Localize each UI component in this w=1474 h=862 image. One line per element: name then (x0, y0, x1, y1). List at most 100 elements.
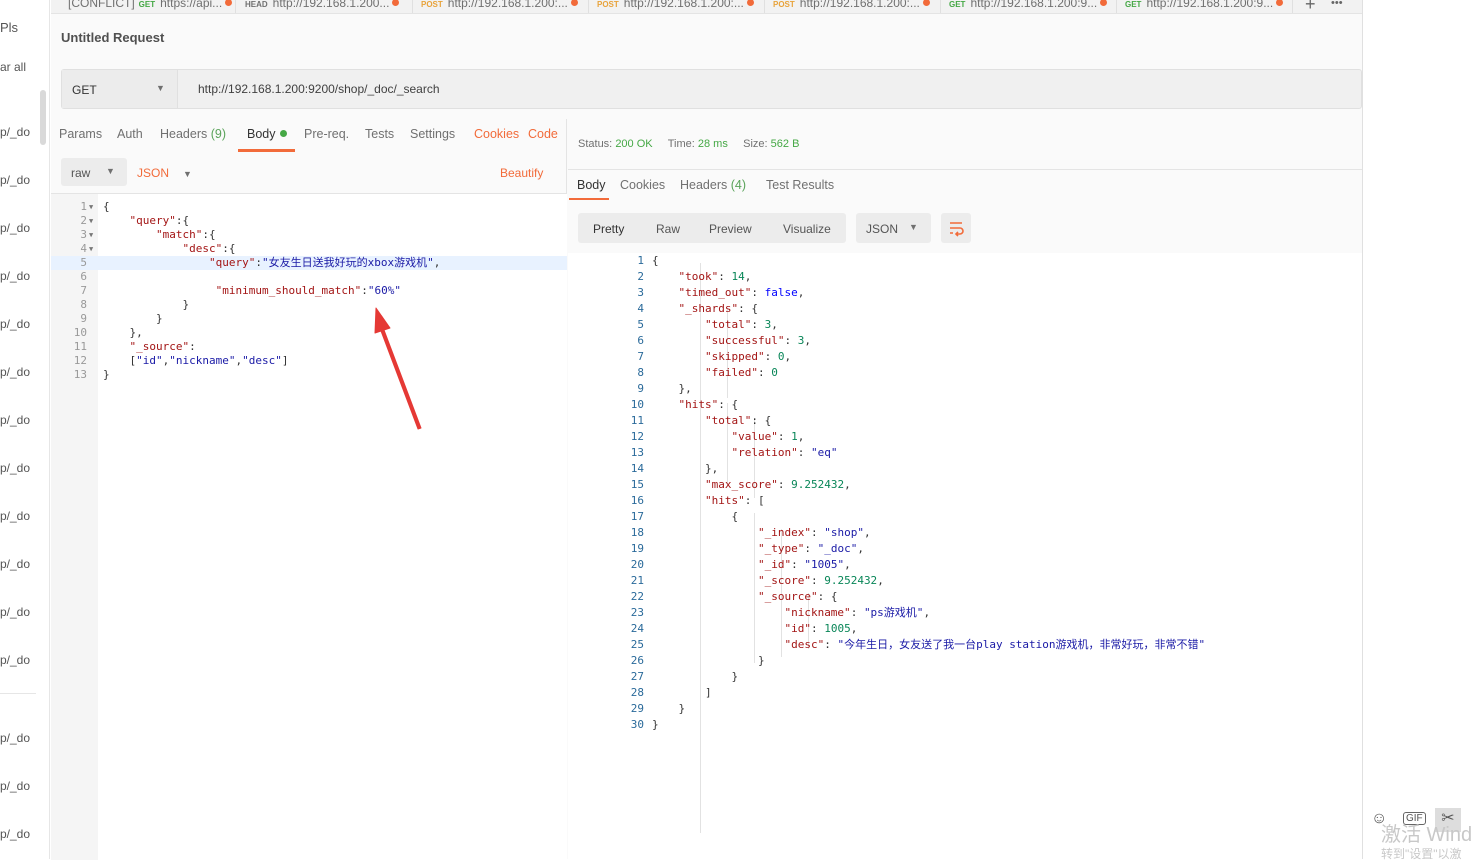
sidebar-request-item[interactable]: p/_do (0, 827, 30, 841)
new-tab-button[interactable]: + (1305, 0, 1316, 13)
sidebar-request-item[interactable]: p/_do (0, 731, 30, 745)
unsaved-dot-icon (922, 0, 930, 6)
response-code-line: 15 "max_score": 9.252432, (568, 477, 1362, 493)
sidebar-request-item[interactable]: p/_do (0, 779, 30, 793)
chevron-down-icon: ▼ (909, 222, 918, 232)
line-number: 25 (630, 638, 644, 651)
response-code-text: "max_score": 9.252432, (704, 478, 851, 491)
tab-prereq[interactable]: Pre-req. (304, 127, 349, 141)
response-tab-test-results[interactable]: Test Results (766, 178, 834, 192)
line-number: 19 (630, 542, 644, 555)
request-body-editor[interactable]: 1 ▼{2 ▼ "query":{3 ▼ "match":{4 ▼ "desc":{5 … (51, 193, 567, 860)
view-preview-button[interactable]: Preview (709, 222, 752, 236)
code-link[interactable]: Code (528, 127, 558, 141)
response-code-text: } (652, 670, 739, 683)
wrap-lines-button[interactable] (941, 213, 971, 243)
tab-settings[interactable]: Settings (410, 127, 455, 141)
line-number: 9 (637, 382, 644, 395)
sidebar-clear-all[interactable]: ar all (0, 60, 26, 74)
method-select[interactable]: GET ▼ (62, 70, 178, 108)
code-text: "query":{ (129, 214, 190, 227)
sidebar-request-item[interactable]: p/_do (0, 605, 30, 619)
line-number: 29 (630, 702, 644, 715)
response-code-text: "skipped": 0, (704, 350, 792, 363)
response-code-line: 6 "successful": 3, (568, 333, 1362, 349)
fold-toggle-icon[interactable]: ▼ (89, 242, 93, 256)
request-tab[interactable]: POST http://192.168.1.200:... (765, 0, 941, 13)
view-raw-button[interactable]: Raw (656, 222, 680, 236)
line-number: 16 (630, 494, 644, 507)
request-tab[interactable]: GET http://192.168.1.200:9... (941, 0, 1117, 13)
code-text: { (103, 200, 110, 213)
response-code-text: "_index": "shop", (757, 526, 871, 539)
response-tab-headers[interactable]: Headers (4) (680, 178, 746, 192)
response-tab-headers-label: Headers (680, 178, 728, 192)
more-tabs-button[interactable]: ••• (1331, 0, 1343, 9)
right-blank-area: ☺ GIF ✂ 激活 Wind 转到"设置"以激 (1362, 0, 1474, 861)
fold-toggle-icon[interactable]: ▼ (89, 200, 93, 214)
tab-auth[interactable]: Auth (117, 127, 143, 141)
body-format-select[interactable]: JSON ▼ (137, 166, 192, 180)
line-number: 13 (73, 368, 87, 381)
unsaved-dot-icon (570, 0, 578, 6)
request-tab[interactable]: [CONFLICT] GET https://api... (60, 0, 236, 13)
request-tab[interactable]: POST http://192.168.1.200:... (589, 0, 765, 13)
tab-tests[interactable]: Tests (365, 127, 394, 141)
line-number: 7 (637, 350, 644, 363)
unsaved-dot-icon (1276, 0, 1284, 6)
request-tab-bar: [CONFLICT] GET https://api... HEAD http://19… (51, 0, 1362, 14)
line-number: 13 (630, 446, 644, 459)
view-pretty-button[interactable]: Pretty (593, 222, 624, 236)
view-visualize-button[interactable]: Visualize (783, 222, 831, 236)
divider (568, 169, 1362, 170)
beautify-button[interactable]: Beautify (500, 166, 543, 180)
line-number: 12 (73, 354, 87, 367)
collections-sidebar: Pls ar all p/_do p/_do p/_do p/_do p/_do p/_d… (0, 0, 50, 859)
response-body-viewer[interactable]: 1{2 "took": 14, 3 "timed_out": false, 4 "_… (568, 253, 1362, 859)
active-tab-underline (238, 149, 295, 152)
request-tab[interactable]: POST http://192.168.1.200:... (413, 0, 589, 13)
sidebar-request-item[interactable]: p/_do (0, 125, 30, 139)
response-code-text: }, (652, 462, 719, 475)
fold-toggle-icon[interactable]: ▼ (89, 228, 93, 242)
line-number: 11 (630, 414, 644, 427)
sidebar-request-item[interactable]: p/_do (0, 653, 30, 667)
sidebar-request-item[interactable]: p/_do (0, 365, 30, 379)
response-code-text: { (652, 510, 739, 523)
sidebar-request-item[interactable]: p/_do (0, 173, 30, 187)
tab-headers[interactable]: Headers (9) (160, 127, 226, 141)
line-number: 10 (630, 398, 644, 411)
code-text: "minimum_should_match":"60%" (215, 284, 402, 297)
request-tab[interactable]: GET http://192.168.1.200:9... (1117, 0, 1293, 13)
line-number: 20 (630, 558, 644, 571)
sidebar-request-item[interactable]: p/_do (0, 269, 30, 283)
response-code-text: "total": 3, (704, 318, 778, 331)
time-value: 28 ms (697, 138, 728, 150)
sidebar-request-item[interactable]: p/_do (0, 461, 30, 475)
tab-params[interactable]: Params (59, 127, 102, 141)
response-tab-body[interactable]: Body (577, 178, 606, 192)
request-tab[interactable]: HEAD http://192.168.1.200... (237, 0, 413, 13)
sidebar-request-item[interactable]: p/_do (0, 221, 30, 235)
line-number: 4 (80, 242, 87, 255)
sidebar-request-item[interactable]: p/_do (0, 557, 30, 571)
response-code-text: "_score": 9.252432, (757, 574, 884, 587)
sidebar-scrollbar[interactable] (40, 90, 46, 145)
url-input[interactable]: http://192.168.1.200:9200/shop/_doc/_sea… (198, 82, 440, 96)
tab-body[interactable]: Body (247, 127, 287, 141)
response-code-line: 29 } (568, 701, 1362, 717)
response-tab-cookies[interactable]: Cookies (620, 178, 665, 192)
response-format-select[interactable]: JSON ▼ (856, 213, 931, 243)
sidebar-request-item[interactable]: p/_do (0, 413, 30, 427)
fold-toggle-icon[interactable]: ▼ (89, 214, 93, 228)
line-number: 28 (630, 686, 644, 699)
activation-watermark: 激活 Wind (1381, 824, 1473, 846)
request-title[interactable]: Untitled Request (61, 30, 164, 45)
cookies-link[interactable]: Cookies (474, 127, 519, 141)
line-number: 22 (630, 590, 644, 603)
code-text: } (103, 312, 163, 325)
sidebar-request-item[interactable]: p/_do (0, 317, 30, 331)
sidebar-request-item[interactable]: p/_do (0, 509, 30, 523)
body-mode-select[interactable]: raw ▼ (61, 158, 127, 186)
tab-conflict-prefix: [CONFLICT] (68, 0, 135, 10)
